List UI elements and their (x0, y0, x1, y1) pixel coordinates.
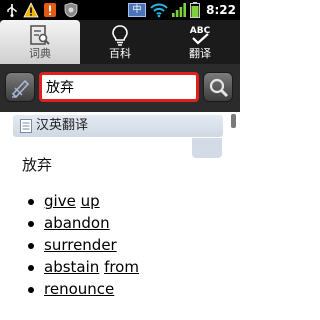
word-link[interactable]: surrender (44, 236, 117, 254)
word-link[interactable]: abstain (44, 258, 99, 276)
clock: 8:22 (206, 3, 236, 17)
document-icon (20, 119, 32, 133)
translation-list: give up abandon surrender abstain from r… (28, 192, 139, 302)
pen-icon (11, 79, 30, 99)
wifi-icon (150, 3, 168, 18)
dictionary-icon (30, 25, 50, 45)
tab-translate[interactable]: ABC 翻译 (160, 20, 240, 64)
tab-bar: 词典 百科 ABC 翻译 (0, 20, 240, 64)
tab-encyclopedia[interactable]: 百科 (80, 20, 160, 64)
list-item: renounce (28, 280, 139, 302)
shield-icon (64, 2, 78, 18)
list-item: abstain from (28, 258, 139, 280)
word-link[interactable]: from (104, 258, 139, 276)
word-link[interactable]: give (44, 192, 76, 210)
tab-dictionary-label: 词典 (29, 47, 51, 60)
lightbulb-icon (112, 25, 128, 46)
tab-dictionary[interactable]: 词典 (0, 20, 80, 64)
status-bar: 中 8:22 (0, 0, 240, 20)
word-link[interactable]: renounce (44, 280, 114, 298)
section-title: 汉英翻译 (36, 118, 89, 133)
tab-translate-label: 翻译 (189, 47, 211, 60)
abc-check-icon: ABC (190, 26, 211, 45)
handwriting-button[interactable] (5, 72, 35, 102)
section-header[interactable]: 汉英翻译 (13, 115, 223, 137)
tab-encyclopedia-label: 百科 (109, 47, 131, 60)
search-button[interactable] (203, 72, 233, 102)
collapse-tab[interactable] (192, 138, 222, 158)
signal-strength-icon (172, 3, 186, 17)
search-bar (0, 64, 240, 112)
list-item: give up (28, 192, 139, 214)
input-method-badge: 中 (128, 3, 146, 17)
search-input[interactable] (39, 72, 199, 102)
search-icon (209, 78, 229, 98)
usb-icon (7, 4, 17, 17)
alert-icon (44, 3, 56, 17)
scrollbar[interactable] (231, 114, 236, 128)
list-item: abandon (28, 214, 139, 236)
list-item: surrender (28, 236, 139, 258)
warning-icon (23, 2, 39, 18)
result-panel: 汉英翻译 放弃 give up abandon surrender abstai… (0, 112, 240, 320)
headword: 放弃 (22, 156, 53, 174)
battery-icon (190, 2, 200, 18)
word-link[interactable]: abandon (44, 214, 110, 232)
word-link[interactable]: up (81, 192, 100, 210)
